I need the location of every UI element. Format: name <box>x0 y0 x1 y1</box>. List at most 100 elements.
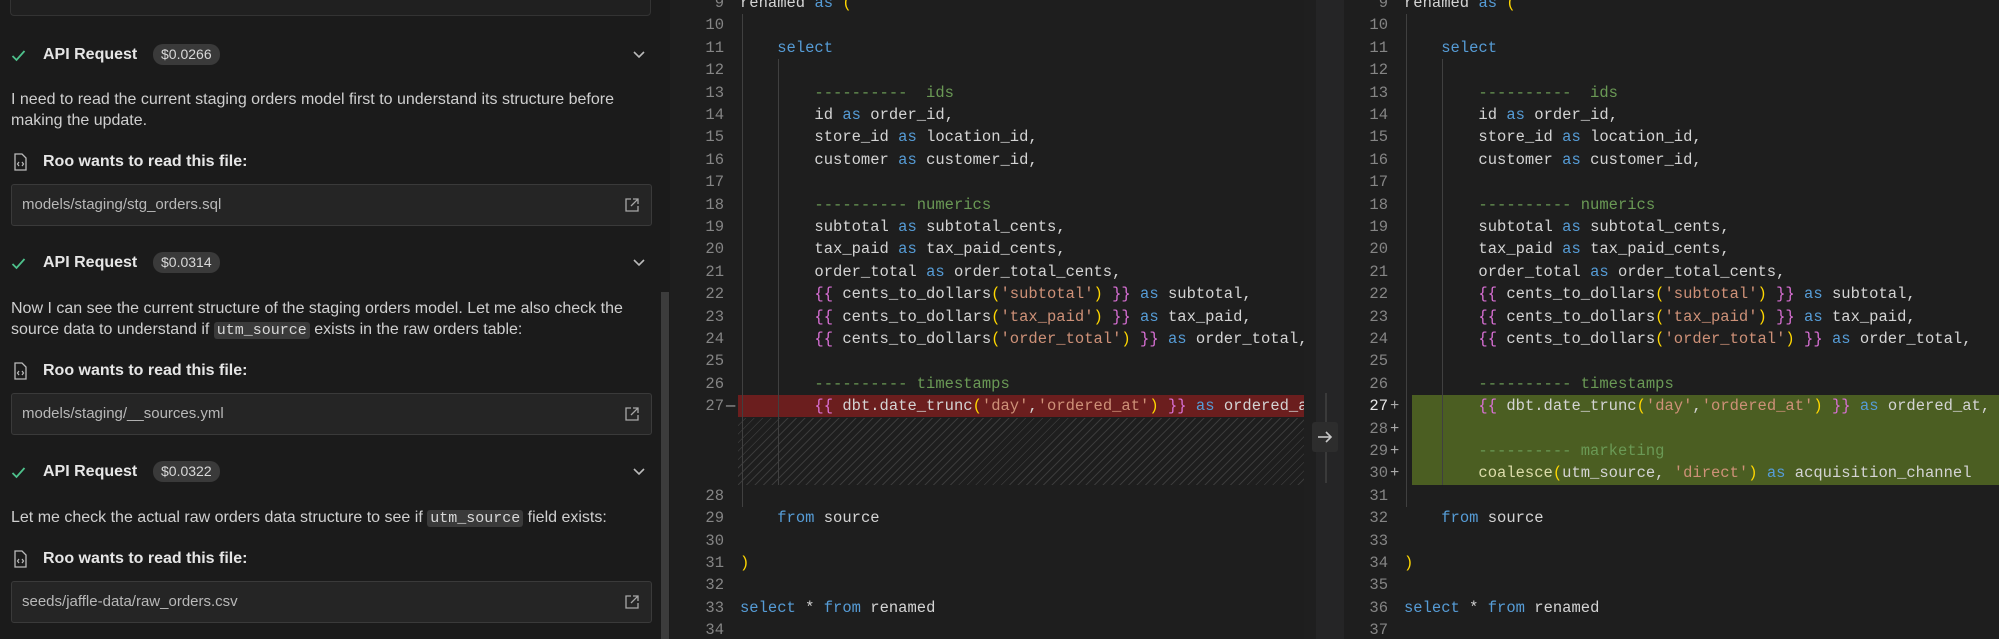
read-file-label: Roo wants to read this file: <box>43 153 248 170</box>
line-number: 12 <box>705 61 724 80</box>
code-line[interactable]: {{ cents_to_dollars('subtotal') }} as su… <box>1404 283 1915 305</box>
code-line[interactable]: store_id as location_id, <box>1404 126 1701 148</box>
code-line[interactable]: select <box>1404 37 1497 59</box>
code-line[interactable]: {{ dbt.date_trunc('day','ordered_at') }}… <box>1404 395 1990 417</box>
code-line[interactable]: select <box>740 37 833 59</box>
code-line[interactable]: ---------- timestamps <box>740 373 1009 395</box>
modified-pane[interactable]: 9 renamed as (10 11 select 12 13 ---------- … <box>1344 0 1999 639</box>
revert-change-button[interactable] <box>1312 422 1338 452</box>
code-line[interactable]: ) <box>1404 552 1413 574</box>
code-line[interactable]: {{ cents_to_dollars('tax_paid') }} as ta… <box>1404 306 1915 328</box>
code-line[interactable]: ---------- numerics <box>1404 194 1655 216</box>
code-line[interactable]: id as order_id, <box>1404 104 1618 126</box>
line-number: 30 <box>1369 464 1388 483</box>
code-line[interactable]: store_id as location_id, <box>740 126 1037 148</box>
line-number: 22 <box>705 285 724 304</box>
code-line[interactable]: ---------- timestamps <box>1404 373 1673 395</box>
chevron-down-icon[interactable] <box>633 51 645 59</box>
diff-separator <box>1304 0 1344 639</box>
line-number: 12 <box>1369 61 1388 80</box>
line-number: 15 <box>1369 128 1388 147</box>
code-line[interactable]: subtotal as subtotal_cents, <box>1404 216 1729 238</box>
read-file-request: Roo wants to read this file: <box>0 150 660 174</box>
code-line[interactable]: select * from renamed <box>1404 597 1599 619</box>
line-number: 26 <box>1369 374 1388 393</box>
code-line[interactable]: customer as customer_id, <box>1404 149 1701 171</box>
diff-filler-hatch <box>738 417 1304 485</box>
line-number: 32 <box>1369 509 1388 528</box>
code-line[interactable]: from source <box>740 507 879 529</box>
code-line[interactable]: subtotal as subtotal_cents, <box>740 216 1065 238</box>
line-number: 13 <box>705 83 724 102</box>
api-request-header[interactable]: API Request $0.0266 <box>0 42 660 68</box>
code-line[interactable]: tax_paid as tax_paid_cents, <box>740 238 1065 260</box>
left-pane-scrollbar[interactable] <box>1304 0 1316 639</box>
line-number: 19 <box>705 218 724 236</box>
chat-scrollbar-thumb[interactable] <box>661 292 669 639</box>
open-external-icon[interactable] <box>624 197 640 213</box>
code-line[interactable]: order_total as order_total_cents, <box>1404 261 1785 283</box>
line-number: 17 <box>1369 173 1388 192</box>
line-number: 28 <box>705 486 724 505</box>
code-line[interactable]: customer as customer_id, <box>740 149 1037 171</box>
code-line[interactable]: select * from renamed <box>740 597 935 619</box>
line-number: 23 <box>705 307 724 326</box>
chevron-down-icon[interactable] <box>633 259 645 267</box>
api-request-header[interactable]: API Request $0.0322 <box>0 459 660 485</box>
api-request-title: API Request <box>43 463 138 480</box>
original-pane[interactable]: 9 renamed as (10 11 select 12 13 ---------- … <box>670 0 1304 639</box>
line-number: 23 <box>1369 307 1388 326</box>
code-line[interactable]: ) <box>740 552 749 574</box>
line-number: 31 <box>1369 486 1388 505</box>
code-line[interactable]: {{ cents_to_dollars('subtotal') }} as su… <box>740 283 1251 305</box>
code-line[interactable]: {{ cents_to_dollars('order_total') }} as… <box>1404 328 1971 350</box>
file-path: models/staging/__sources.yml <box>22 405 224 422</box>
arrow-right-icon <box>1318 431 1333 443</box>
line-number: 18 <box>705 195 724 214</box>
line-number: 17 <box>705 173 724 192</box>
assistant-message: Let me check the actual raw orders data … <box>11 507 641 529</box>
line-number: 37 <box>1369 621 1388 639</box>
line-number: 10 <box>705 16 724 35</box>
code-line[interactable]: {{ cents_to_dollars('tax_paid') }} as ta… <box>740 306 1251 328</box>
read-file-request: Roo wants to read this file: <box>0 359 660 383</box>
added-line-marker: + <box>1390 464 1400 483</box>
line-number: 35 <box>1369 576 1388 595</box>
code-line[interactable]: from source <box>1404 507 1543 529</box>
line-number: 18 <box>1369 195 1388 214</box>
code-line[interactable]: renamed as ( <box>1404 0 1516 14</box>
open-external-icon[interactable] <box>624 406 640 422</box>
file-path-box[interactable]: models/staging/__sources.yml <box>11 393 652 435</box>
message-text: exists in the raw orders table: <box>309 321 523 338</box>
code-line[interactable]: ---------- ids <box>1404 82 1618 104</box>
line-number: 33 <box>705 598 724 617</box>
code-line[interactable]: renamed as ( <box>740 0 852 14</box>
line-number: 24 <box>705 330 724 348</box>
code-line[interactable]: order_total as order_total_cents, <box>740 261 1121 283</box>
code-line[interactable]: ---------- marketing <box>1404 440 1664 462</box>
code-line[interactable]: {{ cents_to_dollars('order_total') }} as… <box>740 328 1304 350</box>
code-line[interactable]: ---------- ids <box>740 82 954 104</box>
code-line[interactable]: ---------- numerics <box>740 194 991 216</box>
chevron-down-icon[interactable] <box>633 468 645 476</box>
line-number: 16 <box>1369 150 1388 169</box>
code-line[interactable]: coalesce(utm_source, 'direct') as acquis… <box>1404 462 1971 484</box>
code-line[interactable]: id as order_id, <box>740 104 954 126</box>
file-path-box[interactable]: seeds/jaffle-data/raw_orders.csv <box>11 581 652 623</box>
line-number: 11 <box>1369 38 1388 57</box>
line-number: 9 <box>1378 0 1388 12</box>
code-line[interactable]: {{ dbt.date_trunc('day','ordered_at') }}… <box>740 395 1304 417</box>
message-text: I need to read the current staging order… <box>11 91 614 129</box>
line-number: 16 <box>705 150 724 169</box>
file-path-box[interactable]: models/staging/stg_orders.sql <box>11 184 652 226</box>
chat-scrollbar[interactable] <box>660 0 670 639</box>
open-external-icon[interactable] <box>624 594 640 610</box>
code-line[interactable]: tax_paid as tax_paid_cents, <box>1404 238 1729 260</box>
api-request-header[interactable]: API Request $0.0314 <box>0 250 660 276</box>
line-number: 20 <box>705 240 724 259</box>
line-number: 26 <box>705 374 724 393</box>
line-number: 36 <box>1369 598 1388 617</box>
line-number: 13 <box>1369 83 1388 102</box>
line-number: 22 <box>1369 285 1388 304</box>
file-path: seeds/jaffle-data/raw_orders.csv <box>22 593 238 610</box>
